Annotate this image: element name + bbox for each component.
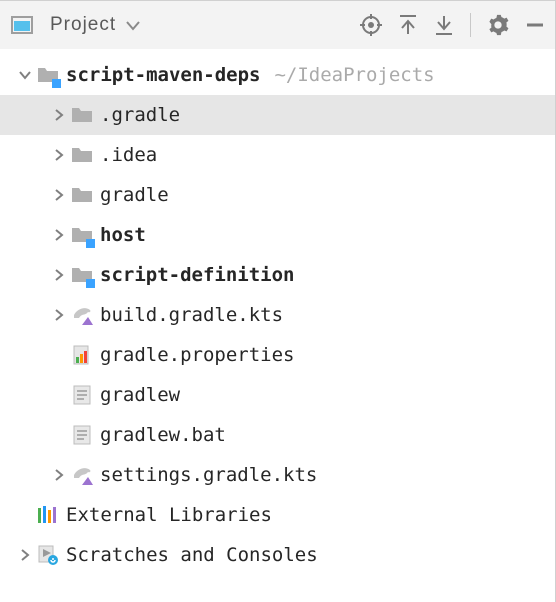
dropdown-icon bbox=[126, 15, 140, 36]
chevron-right-icon[interactable] bbox=[48, 308, 70, 322]
module-folder-icon bbox=[70, 263, 94, 287]
text-file-icon bbox=[70, 423, 94, 447]
tree-row-root[interactable]: script-maven-deps ~/IdeaProjects bbox=[0, 55, 555, 95]
expand-all-icon[interactable] bbox=[398, 14, 418, 36]
minimize-icon[interactable] bbox=[525, 15, 545, 35]
tree-row[interactable]: .idea bbox=[0, 135, 555, 175]
node-label: script-definition bbox=[100, 264, 294, 286]
folder-icon bbox=[70, 103, 94, 127]
toolbar-divider bbox=[470, 13, 471, 37]
module-folder-icon bbox=[70, 223, 94, 247]
gradle-kts-icon bbox=[70, 303, 94, 327]
node-path: ~/IdeaProjects bbox=[274, 64, 434, 86]
chevron-right-icon[interactable] bbox=[48, 188, 70, 202]
window-icon bbox=[10, 13, 34, 37]
gear-icon[interactable] bbox=[487, 14, 509, 36]
node-label: host bbox=[100, 224, 146, 246]
tree-row[interactable]: .gradle bbox=[0, 95, 555, 135]
tree-row[interactable]: gradle.properties bbox=[0, 335, 555, 375]
node-label: .idea bbox=[100, 144, 157, 166]
toolbar-actions bbox=[360, 13, 545, 37]
tree-row-external-libraries[interactable]: External Libraries bbox=[0, 495, 555, 535]
libraries-icon bbox=[36, 503, 60, 527]
chevron-right-icon[interactable] bbox=[48, 268, 70, 282]
tree-row[interactable]: build.gradle.kts bbox=[0, 295, 555, 335]
tree-row[interactable]: gradlew bbox=[0, 375, 555, 415]
tree-row[interactable]: settings.gradle.kts bbox=[0, 455, 555, 495]
project-toolbar: Project bbox=[0, 1, 555, 49]
collapse-all-icon[interactable] bbox=[434, 14, 454, 36]
node-label: gradlew.bat bbox=[100, 424, 226, 446]
project-view-selector[interactable]: Project bbox=[10, 13, 350, 37]
scratches-icon bbox=[36, 543, 60, 567]
node-label: Scratches and Consoles bbox=[66, 544, 318, 566]
folder-icon bbox=[70, 183, 94, 207]
chevron-right-icon[interactable] bbox=[48, 148, 70, 162]
node-label: gradle bbox=[100, 184, 169, 206]
node-label: settings.gradle.kts bbox=[100, 464, 317, 486]
locate-icon[interactable] bbox=[360, 14, 382, 36]
chevron-right-icon[interactable] bbox=[14, 548, 36, 562]
module-folder-icon bbox=[36, 63, 60, 87]
node-label: gradle.properties bbox=[100, 344, 294, 366]
chevron-right-icon[interactable] bbox=[48, 228, 70, 242]
node-label: build.gradle.kts bbox=[100, 304, 283, 326]
tree-row[interactable]: script-definition bbox=[0, 255, 555, 295]
chevron-right-icon[interactable] bbox=[48, 468, 70, 482]
tree-row[interactable]: host bbox=[0, 215, 555, 255]
gradle-kts-icon bbox=[70, 463, 94, 487]
node-label: script-maven-deps bbox=[66, 64, 260, 86]
chevron-down-icon[interactable] bbox=[14, 68, 36, 82]
tree-row[interactable]: gradle bbox=[0, 175, 555, 215]
node-label: gradlew bbox=[100, 384, 180, 406]
text-file-icon bbox=[70, 383, 94, 407]
tree-row-scratches[interactable]: Scratches and Consoles bbox=[0, 535, 555, 575]
node-label: External Libraries bbox=[66, 504, 272, 526]
folder-icon bbox=[70, 143, 94, 167]
node-label: .gradle bbox=[100, 104, 180, 126]
project-tree[interactable]: script-maven-deps ~/IdeaProjects .gradle… bbox=[0, 49, 555, 575]
chevron-right-icon[interactable] bbox=[48, 108, 70, 122]
properties-file-icon bbox=[70, 343, 94, 367]
project-title: Project bbox=[50, 14, 116, 36]
tree-row[interactable]: gradlew.bat bbox=[0, 415, 555, 455]
